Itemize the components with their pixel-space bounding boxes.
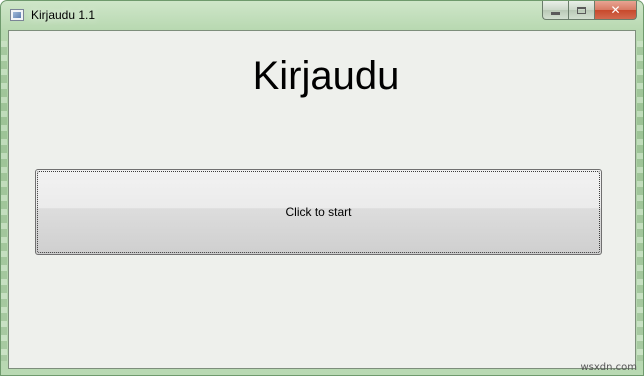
title-bar[interactable]: Kirjaudu 1.1 ✕ — [1, 1, 643, 30]
minimize-button[interactable] — [542, 1, 568, 20]
app-window-icon[interactable] — [10, 9, 24, 21]
client-area: Kirjaudu Click to start — [8, 30, 636, 369]
window-frame-right — [637, 41, 643, 361]
window-title: Kirjaudu 1.1 — [31, 8, 96, 22]
close-icon: ✕ — [610, 3, 621, 17]
app-window: Kirjaudu 1.1 ✕ Kirjaudu Click to start w… — [0, 0, 644, 376]
minimize-icon — [551, 11, 560, 15]
maximize-button[interactable] — [568, 1, 594, 20]
start-button[interactable]: Click to start — [35, 169, 602, 255]
maximize-icon — [577, 6, 586, 14]
watermark: wsxdn.com — [580, 362, 637, 373]
close-button[interactable]: ✕ — [594, 1, 637, 20]
start-button-label: Click to start — [285, 205, 352, 219]
caption-buttons: ✕ — [542, 1, 637, 20]
page-title: Kirjaudu — [252, 54, 400, 98]
window-frame-left — [1, 41, 7, 361]
